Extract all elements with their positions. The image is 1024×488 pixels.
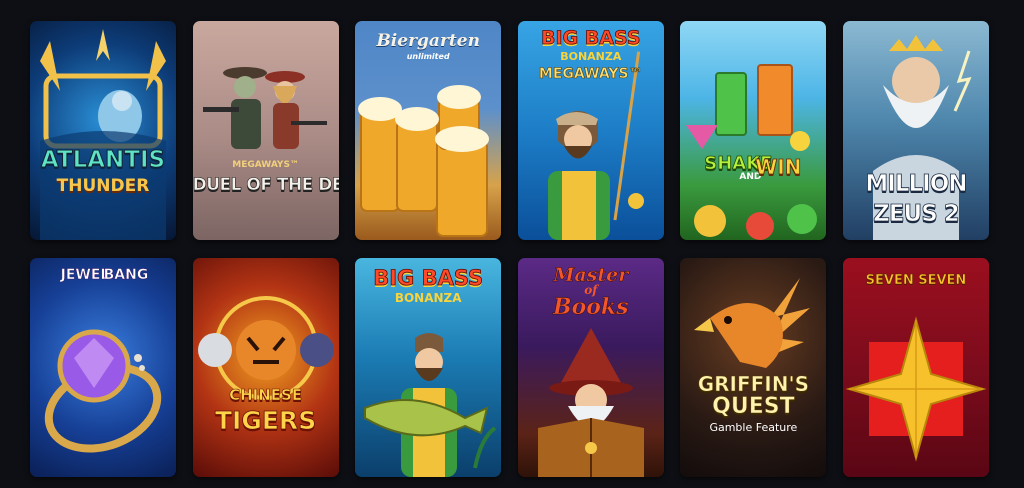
game-title-line2: unlimited	[406, 52, 450, 61]
game-grid: ATLANTIS THUNDER MEGAWAYS™ DUEL OF THE D…	[30, 21, 990, 477]
game-title-line2: BONANZA	[560, 50, 622, 63]
game-tile-griffins-quest[interactable]: GRIFFIN'S QUEST Gamble Feature	[680, 258, 827, 477]
game-title-line1: Biergarten	[376, 31, 480, 51]
game-tile-master-of-books[interactable]: Master of Books	[517, 258, 664, 477]
game-tile-biergarten-unlimited[interactable]: Biergarten unlimited	[355, 21, 502, 240]
game-tile-million-zeus-2[interactable]: MILLION ZEUS 2	[842, 21, 989, 240]
game-title-line3: WIN	[755, 155, 802, 179]
atlantis-thunder-artwork	[40, 29, 166, 240]
game-badge: MEGAWAYS™	[232, 160, 299, 170]
game-tile-shake-and-win[interactable]: SHAKE AND WIN	[680, 21, 827, 240]
game-title-line2: QUEST	[712, 394, 795, 419]
game-tile-big-bass-bonanza-megaways[interactable]: BIG BASS BONANZA MEGAWAYS™	[517, 21, 664, 240]
game-tile-atlantis-thunder[interactable]: ATLANTIS THUNDER	[30, 21, 176, 240]
seven-seven-artwork	[845, 316, 987, 462]
game-subtitle: Gamble Feature	[709, 421, 798, 434]
griffins-quest-artwork	[694, 278, 811, 368]
game-title-line1: CHINESE	[229, 386, 303, 404]
game-title-line1: GRIFFIN'S	[697, 372, 810, 396]
chinese-tigers-artwork	[197, 296, 334, 400]
game-title-line1: ATLANTIS	[40, 147, 166, 173]
game-title-line2: BONANZA	[394, 291, 462, 305]
game-title-line3: MEGAWAYS™	[538, 66, 643, 82]
shake-and-win-artwork	[686, 64, 818, 240]
game-tile-chinese-tigers[interactable]: CHINESE TIGERS	[192, 258, 339, 477]
jewel-bang-artwork	[44, 329, 162, 453]
game-tile-big-bass-bonanza[interactable]: BIG BASS BONANZA	[355, 258, 502, 477]
game-title-line1: SEVEN SEVEN	[865, 273, 967, 288]
game-title-line2: ZEUS 2	[873, 201, 960, 227]
game-tile-duel-of-the-dead[interactable]: MEGAWAYS™ DUEL OF THE DEAD	[192, 21, 339, 240]
game-title-line1: BIG BASS	[373, 266, 484, 290]
game-tile-jewel-bang[interactable]: JEWEL BANG	[30, 258, 176, 477]
game-title-line1: BIG BASS	[541, 27, 641, 49]
game-title-line2: THUNDER	[56, 176, 150, 196]
game-title-line1: MILLION	[865, 171, 968, 197]
duel-of-the-dead-artwork	[202, 67, 327, 149]
game-title-line2: TIGERS	[214, 406, 317, 435]
game-title-line3: Books	[552, 294, 629, 320]
game-tile-seven-seven[interactable]: SEVEN SEVEN	[842, 258, 989, 477]
game-title-line1: DUEL OF THE DEAD	[192, 175, 339, 195]
game-title-line2: BANG	[103, 267, 149, 283]
